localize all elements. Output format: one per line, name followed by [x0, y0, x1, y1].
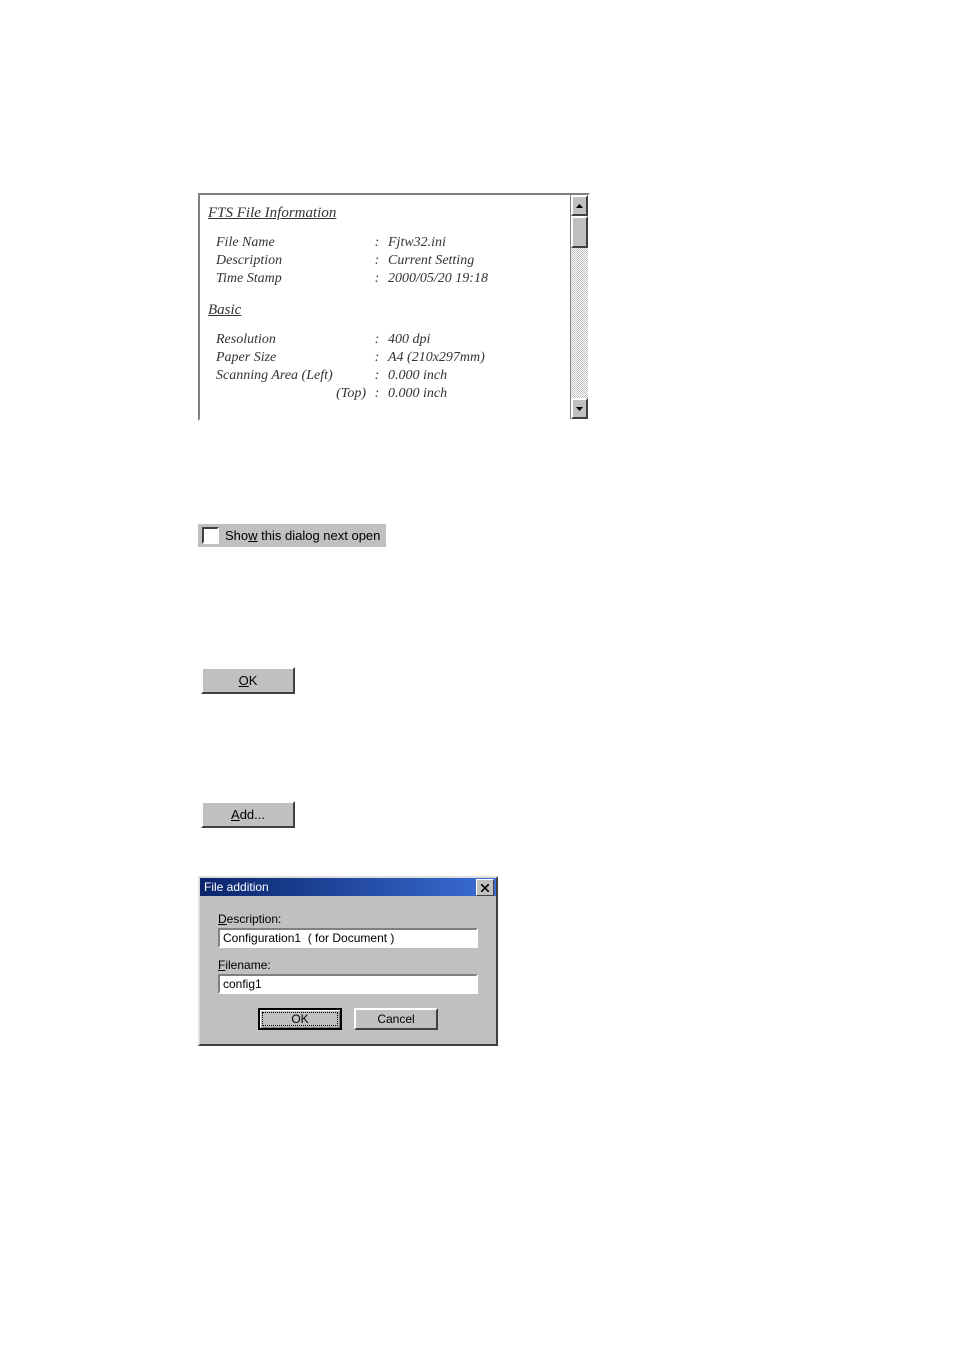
table-row: Resolution : 400 dpi: [208, 331, 489, 349]
row-label: Paper Size: [208, 349, 370, 367]
fts-rows: File Name : Fjtw32.ini Description : Cur…: [208, 234, 492, 288]
basic-rows: Resolution : 400 dpi Paper Size : A4 (21…: [208, 331, 489, 403]
filename-input[interactable]: [218, 974, 478, 994]
scroll-up-button[interactable]: [571, 195, 588, 216]
row-value: 0.000 inch: [388, 367, 489, 385]
add-button[interactable]: Add...: [201, 801, 295, 828]
dialog-body: Description: Filename: OK Cancel: [200, 896, 496, 1044]
filename-label: Filename:: [218, 958, 478, 972]
table-row: Paper Size : A4 (210x297mm): [208, 349, 489, 367]
show-dialog-checkbox-row[interactable]: Show this dialog next open: [198, 524, 386, 547]
scroll-thumb[interactable]: [571, 216, 588, 248]
chevron-up-icon: [576, 204, 583, 208]
dialog-cancel-button[interactable]: Cancel: [354, 1008, 438, 1030]
file-addition-dialog: File addition Description: Filename: OK …: [198, 876, 498, 1046]
scroll-down-button[interactable]: [571, 398, 588, 419]
dialog-button-row: OK Cancel: [218, 1008, 478, 1030]
table-row: (Top) : 0.000 inch: [208, 385, 489, 403]
chevron-down-icon: [576, 407, 583, 411]
row-value: Fjtw32.ini: [388, 234, 492, 252]
table-row: File Name : Fjtw32.ini: [208, 234, 492, 252]
vertical-scrollbar[interactable]: [570, 195, 588, 419]
table-row: Description : Current Setting: [208, 252, 492, 270]
scroll-track[interactable]: [571, 248, 588, 398]
close-button[interactable]: [476, 879, 494, 896]
row-label: (Top): [208, 385, 370, 403]
section-title-basic: Basic: [208, 302, 562, 319]
section-title-fts: FTS File Information: [208, 205, 562, 222]
row-label: Scanning Area (Left): [208, 367, 370, 385]
dialog-title: File addition: [200, 880, 476, 894]
checkbox-label: Show this dialog next open: [225, 528, 380, 543]
table-row: Time Stamp : 2000/05/20 19:18: [208, 270, 492, 288]
ok-button[interactable]: OK: [201, 667, 295, 694]
row-value: 2000/05/20 19:18: [388, 270, 492, 288]
row-value: Current Setting: [388, 252, 492, 270]
table-row: Scanning Area (Left) : 0.000 inch: [208, 367, 489, 385]
row-label: File Name: [208, 234, 370, 252]
dialog-titlebar[interactable]: File addition: [200, 878, 496, 896]
row-value: A4 (210x297mm): [388, 349, 489, 367]
row-label: Description: [208, 252, 370, 270]
description-input[interactable]: [218, 928, 478, 948]
dialog-ok-button[interactable]: OK: [258, 1008, 342, 1030]
close-icon: [481, 884, 489, 892]
fts-info-content: FTS File Information File Name : Fjtw32.…: [200, 195, 570, 419]
checkbox-unchecked-icon[interactable]: [202, 527, 219, 544]
fts-info-panel: FTS File Information File Name : Fjtw32.…: [198, 193, 590, 421]
row-value: 0.000 inch: [388, 385, 489, 403]
row-value: 400 dpi: [388, 331, 489, 349]
description-label: Description:: [218, 912, 478, 926]
row-label: Resolution: [208, 331, 370, 349]
row-label: Time Stamp: [208, 270, 370, 288]
